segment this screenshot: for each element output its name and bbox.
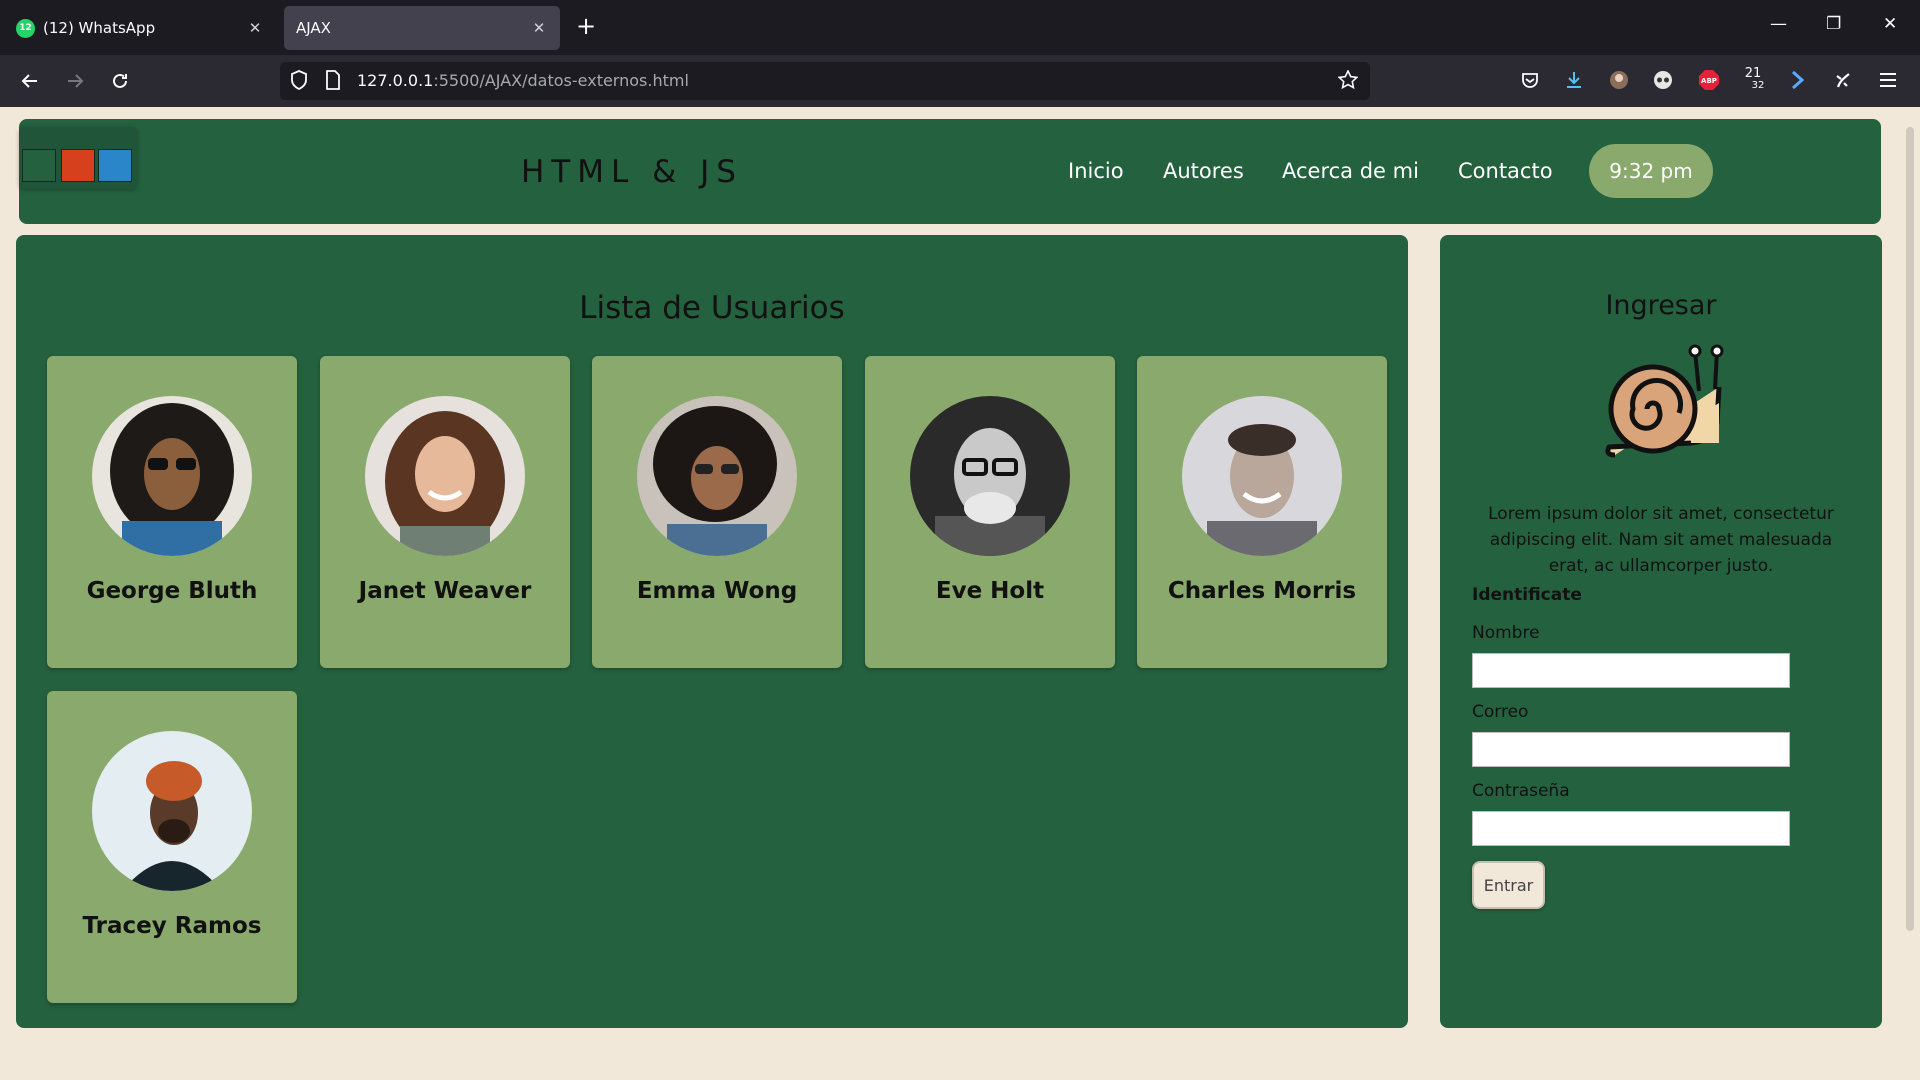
form-heading: Identificate <box>1472 585 1582 605</box>
site-header: HTML & JS Inicio Autores Acerca de mi Co… <box>19 119 1881 224</box>
theme-swatch-blue[interactable] <box>98 149 132 182</box>
hamburger-menu-icon[interactable] <box>1876 68 1900 92</box>
page-scrollbar[interactable] <box>1906 127 1914 931</box>
url-bar[interactable]: 127.0.0.1:5500/AJAX/datos-externos.html <box>280 62 1370 100</box>
user-card: Charles Morris <box>1137 356 1387 668</box>
user-card: George Bluth <box>47 356 297 668</box>
page-icon <box>325 70 341 95</box>
adblock-label: ABP <box>1701 77 1717 85</box>
email-label: Correo <box>1472 702 1529 722</box>
whatsapp-icon: 12 <box>16 18 35 38</box>
nav-link-contacto[interactable]: Contacto <box>1458 159 1553 183</box>
site-brand: HTML & JS <box>521 154 743 190</box>
bookmark-star-icon[interactable] <box>1337 69 1359 95</box>
url-host: 127.0.0.1 <box>357 71 434 90</box>
login-panel: Ingresar Lorem ipsum dolor sit amet, con… <box>1440 235 1882 1028</box>
user-card: Eve Holt <box>865 356 1115 668</box>
forward-button[interactable] <box>60 66 90 96</box>
browser-nav-bar: 127.0.0.1:5500/AJAX/datos-externos.html … <box>0 55 1920 107</box>
name-label: Nombre <box>1472 623 1540 643</box>
close-tab-icon[interactable]: ✕ <box>530 19 548 37</box>
browser-tab-bar: 12 (12) WhatsApp ✕ AJAX ✕ + — ❐ ✕ <box>0 0 1920 55</box>
user-card: Emma Wong <box>592 356 842 668</box>
name-input[interactable] <box>1472 653 1790 688</box>
counter-top: 21 <box>1744 66 1762 81</box>
restore-button[interactable]: ❐ <box>1826 14 1841 34</box>
profile-extension-icon[interactable] <box>1607 68 1631 92</box>
login-title: Ingresar <box>1605 290 1717 321</box>
tab-whatsapp[interactable]: 12 (12) WhatsApp ✕ <box>4 6 276 50</box>
minimize-button[interactable]: — <box>1770 14 1787 34</box>
nav-link-acerca[interactable]: Acerca de mi <box>1282 159 1419 183</box>
password-label: Contraseña <box>1472 781 1570 801</box>
user-name: Eve Holt <box>935 578 1045 604</box>
password-input[interactable] <box>1472 811 1790 846</box>
url-path: :5500/AJAX/datos-externos.html <box>433 71 689 90</box>
reload-button[interactable] <box>105 66 135 96</box>
arrow-extension-icon[interactable] <box>1786 68 1810 92</box>
submit-button[interactable]: Entrar <box>1472 861 1545 909</box>
counter-extension-icon[interactable]: 21 32 <box>1741 66 1765 92</box>
login-description: Lorem ipsum dolor sit amet, consectetur … <box>1488 504 1834 576</box>
arrow-left-icon <box>21 74 37 88</box>
avatar <box>637 396 797 556</box>
bug-extension-icon[interactable] <box>1831 68 1855 92</box>
adblock-icon[interactable]: ABP <box>1697 68 1721 92</box>
theme-switcher <box>19 127 137 189</box>
theme-swatch-green[interactable] <box>22 149 56 182</box>
avatar <box>365 396 525 556</box>
close-window-button[interactable]: ✕ <box>1883 14 1897 34</box>
close-tab-icon[interactable]: ✕ <box>246 19 264 37</box>
url-text[interactable]: 127.0.0.1:5500/AJAX/datos-externos.html <box>357 71 689 90</box>
tab-title: (12) WhatsApp <box>43 19 156 37</box>
avatar <box>92 731 252 891</box>
incognito-extension-icon[interactable] <box>1651 68 1675 92</box>
nav-link-autores[interactable]: Autores <box>1163 159 1244 183</box>
user-card: Tracey Ramos <box>47 691 297 1003</box>
users-title: Lista de Usuarios <box>579 290 845 326</box>
tab-title: AJAX <box>296 19 331 37</box>
pocket-icon[interactable] <box>1518 68 1542 92</box>
users-panel: Lista de Usuarios George Bluth Janet Wea… <box>16 235 1408 1028</box>
user-name: George Bluth <box>86 578 258 604</box>
theme-swatch-red[interactable] <box>61 149 95 182</box>
page-content: HTML & JS Inicio Autores Acerca de mi Co… <box>0 107 1920 1080</box>
download-icon[interactable] <box>1562 68 1586 92</box>
arrow-right-icon <box>68 74 84 88</box>
clock-badge: 9:32 pm <box>1589 144 1713 198</box>
shield-icon[interactable] <box>290 70 308 95</box>
tab-ajax[interactable]: AJAX ✕ <box>284 6 560 50</box>
user-name: Janet Weaver <box>358 578 532 604</box>
back-button[interactable] <box>15 66 45 96</box>
snail-icon <box>1595 343 1731 467</box>
user-name: Emma Wong <box>636 578 798 604</box>
avatar <box>1182 396 1342 556</box>
avatar <box>910 396 1070 556</box>
email-input[interactable] <box>1472 732 1790 767</box>
user-card: Janet Weaver <box>320 356 570 668</box>
nav-link-inicio[interactable]: Inicio <box>1068 159 1124 183</box>
new-tab-button[interactable]: + <box>576 14 596 38</box>
avatar <box>92 396 252 556</box>
counter-bottom: 32 <box>1751 80 1765 91</box>
reload-icon <box>113 73 127 88</box>
user-name: Charles Morris <box>1167 578 1357 604</box>
user-name: Tracey Ramos <box>82 913 262 939</box>
